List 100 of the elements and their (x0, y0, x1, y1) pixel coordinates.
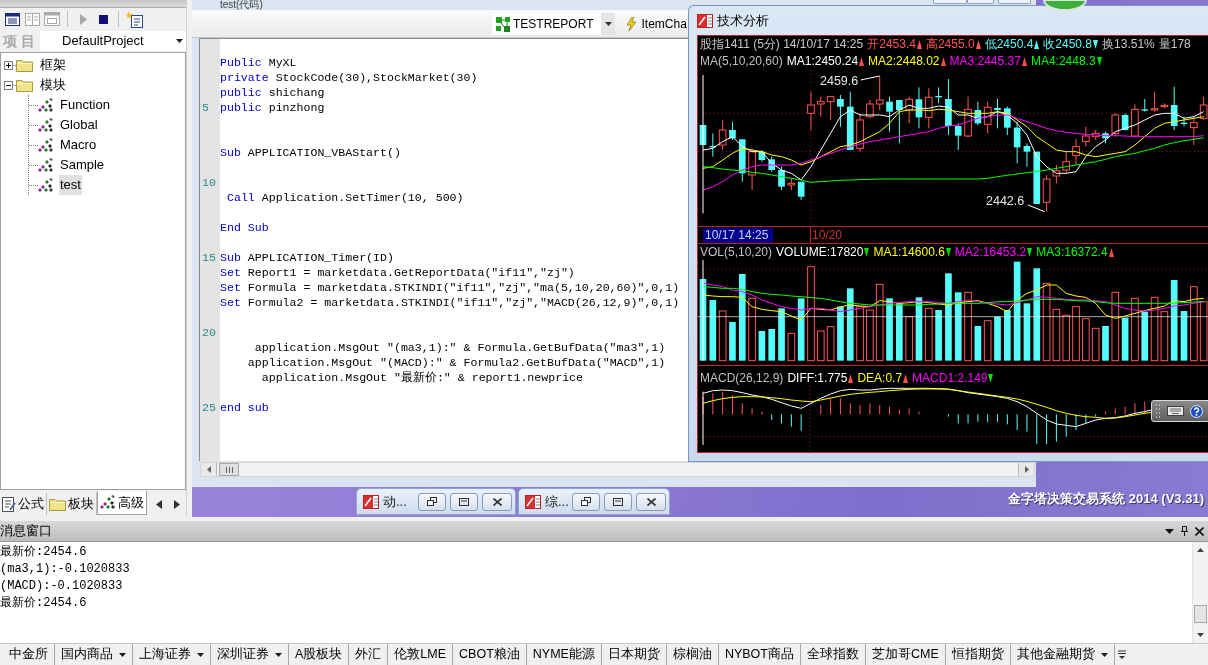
caret-icon (1100, 652, 1108, 657)
volume-bar (718, 310, 727, 362)
network-icon (495, 15, 511, 32)
folder-icon (16, 78, 33, 92)
restore-button[interactable] (572, 492, 600, 511)
expand-icon[interactable] (4, 60, 13, 70)
panel-tab[interactable]: 公式 (0, 493, 47, 515)
market-tab[interactable]: 日本期货 (601, 644, 667, 665)
module-icon (38, 97, 54, 113)
line-number: 15 (202, 250, 216, 265)
maximize-icon (613, 497, 623, 506)
scroll-right-button[interactable] (1018, 463, 1034, 476)
market-tab[interactable]: A股板块 (289, 644, 350, 665)
scroll-left-button[interactable] (201, 463, 217, 476)
cursor-line (702, 391, 704, 446)
candle (1062, 151, 1071, 174)
volume-bar (954, 292, 962, 361)
close-icon (492, 497, 502, 506)
date-label: 10/20 (812, 227, 843, 243)
close-icon[interactable] (1195, 526, 1204, 536)
window-title: 动... (383, 492, 407, 511)
candle (1111, 112, 1120, 138)
market-tab[interactable]: 中金所 (3, 644, 55, 665)
tree-item[interactable]: Function (59, 95, 111, 115)
grip-icon (225, 466, 233, 473)
tree-item[interactable]: Sample (59, 155, 106, 175)
market-tab[interactable]: NYBOT商品 (718, 644, 801, 665)
market-tab[interactable]: NYME能源 (526, 644, 602, 665)
panel-tab[interactable]: 板块 (47, 493, 97, 515)
split-view-icon (24, 12, 40, 26)
tree-item[interactable]: Global (59, 115, 99, 135)
window-title: test(代码) (220, 0, 263, 10)
volume-bar (1180, 311, 1188, 361)
caret-icon (604, 21, 612, 26)
folder-icon (16, 58, 33, 72)
volume-bar (826, 326, 835, 362)
toolbar-button[interactable] (124, 9, 144, 29)
market-tab[interactable]: 深圳证券 (211, 644, 289, 665)
code-line: public pinzhong (220, 100, 325, 115)
indicator-title: MA(5,10,20,60) (700, 54, 783, 69)
candle (924, 87, 933, 129)
market-tab[interactable]: 外汇 (349, 644, 389, 665)
tree-item[interactable]: 框架 (39, 55, 67, 75)
close-button[interactable] (636, 492, 666, 511)
tree-item[interactable]: 模块 (39, 75, 67, 95)
close-icon (646, 497, 656, 506)
cursor-time-label: 10/17 14:25 (703, 227, 773, 243)
candle (729, 121, 736, 141)
indicator-title: VOL(5,10,20) (700, 244, 773, 260)
window-icon (44, 12, 60, 26)
candle (1131, 103, 1139, 138)
module-icon (38, 137, 54, 153)
caret-icon (197, 652, 204, 657)
market-tab[interactable]: 伦敦LME (388, 644, 454, 665)
right-arrow-icon (1024, 466, 1029, 473)
tree-item[interactable]: Macro (59, 135, 98, 155)
panel-tab[interactable]: 高级 (97, 491, 147, 515)
market-tab[interactable]: CBOT粮油 (453, 644, 527, 665)
panel-title: 消息窗口 (0, 523, 52, 539)
price-label: 2442.6 (986, 193, 1025, 210)
market-tab[interactable]: 棕榈油 (666, 644, 719, 665)
candle (1180, 116, 1188, 128)
tree-item[interactable]: test (59, 175, 82, 195)
restore-icon (427, 497, 437, 506)
indicator-value: MA1:2450.24 (786, 54, 859, 69)
market-tab[interactable]: 恒指期货 (945, 644, 1011, 665)
keyboard-icon[interactable] (1167, 406, 1184, 416)
code-line: application.MsgOut "最新价:" & report1.newprice (261, 370, 583, 385)
pin-icon[interactable] (1181, 526, 1188, 536)
report-dropdown[interactable]: TESTREPORT (492, 12, 616, 35)
market-tab[interactable]: 上海证券 (133, 644, 211, 665)
quote-value: 量178 (1158, 37, 1191, 52)
restore-button[interactable] (418, 492, 446, 511)
candle (768, 156, 776, 173)
close-button[interactable] (482, 492, 512, 511)
volume-bar (778, 308, 785, 361)
dropdown-icon[interactable] (1165, 528, 1174, 534)
candle (856, 112, 864, 153)
code-line: application.MsgOut "(ma3,1):" & Formula.GetBufData("ma3",1) (254, 340, 666, 355)
restore-icon (581, 497, 591, 506)
market-tab[interactable]: 芝加哥CME (865, 644, 946, 665)
candle (1023, 142, 1031, 168)
volume-bar (886, 298, 893, 361)
market-tab[interactable]: 其他金融期货 (1010, 644, 1115, 665)
maximize-button[interactable] (604, 492, 632, 511)
help-icon[interactable] (1190, 404, 1203, 418)
volume-bar (1131, 297, 1139, 362)
right-arrow-icon (174, 499, 180, 509)
scrollbar-thumb[interactable] (1194, 605, 1207, 623)
market-tab[interactable]: 全球指数 (800, 644, 866, 665)
candle (826, 96, 835, 121)
chart-icon (525, 494, 541, 509)
toolbar-button[interactable]: ItemCha (625, 12, 687, 35)
overflow-menu-icon (1117, 649, 1126, 660)
scrollbar-thumb[interactable] (219, 463, 239, 476)
project-dropdown[interactable]: DefaultProject (40, 31, 186, 51)
market-tab[interactable]: 国内商品 (55, 644, 133, 665)
candle (983, 101, 992, 134)
collapse-icon[interactable] (4, 80, 13, 90)
maximize-button[interactable] (450, 492, 478, 511)
